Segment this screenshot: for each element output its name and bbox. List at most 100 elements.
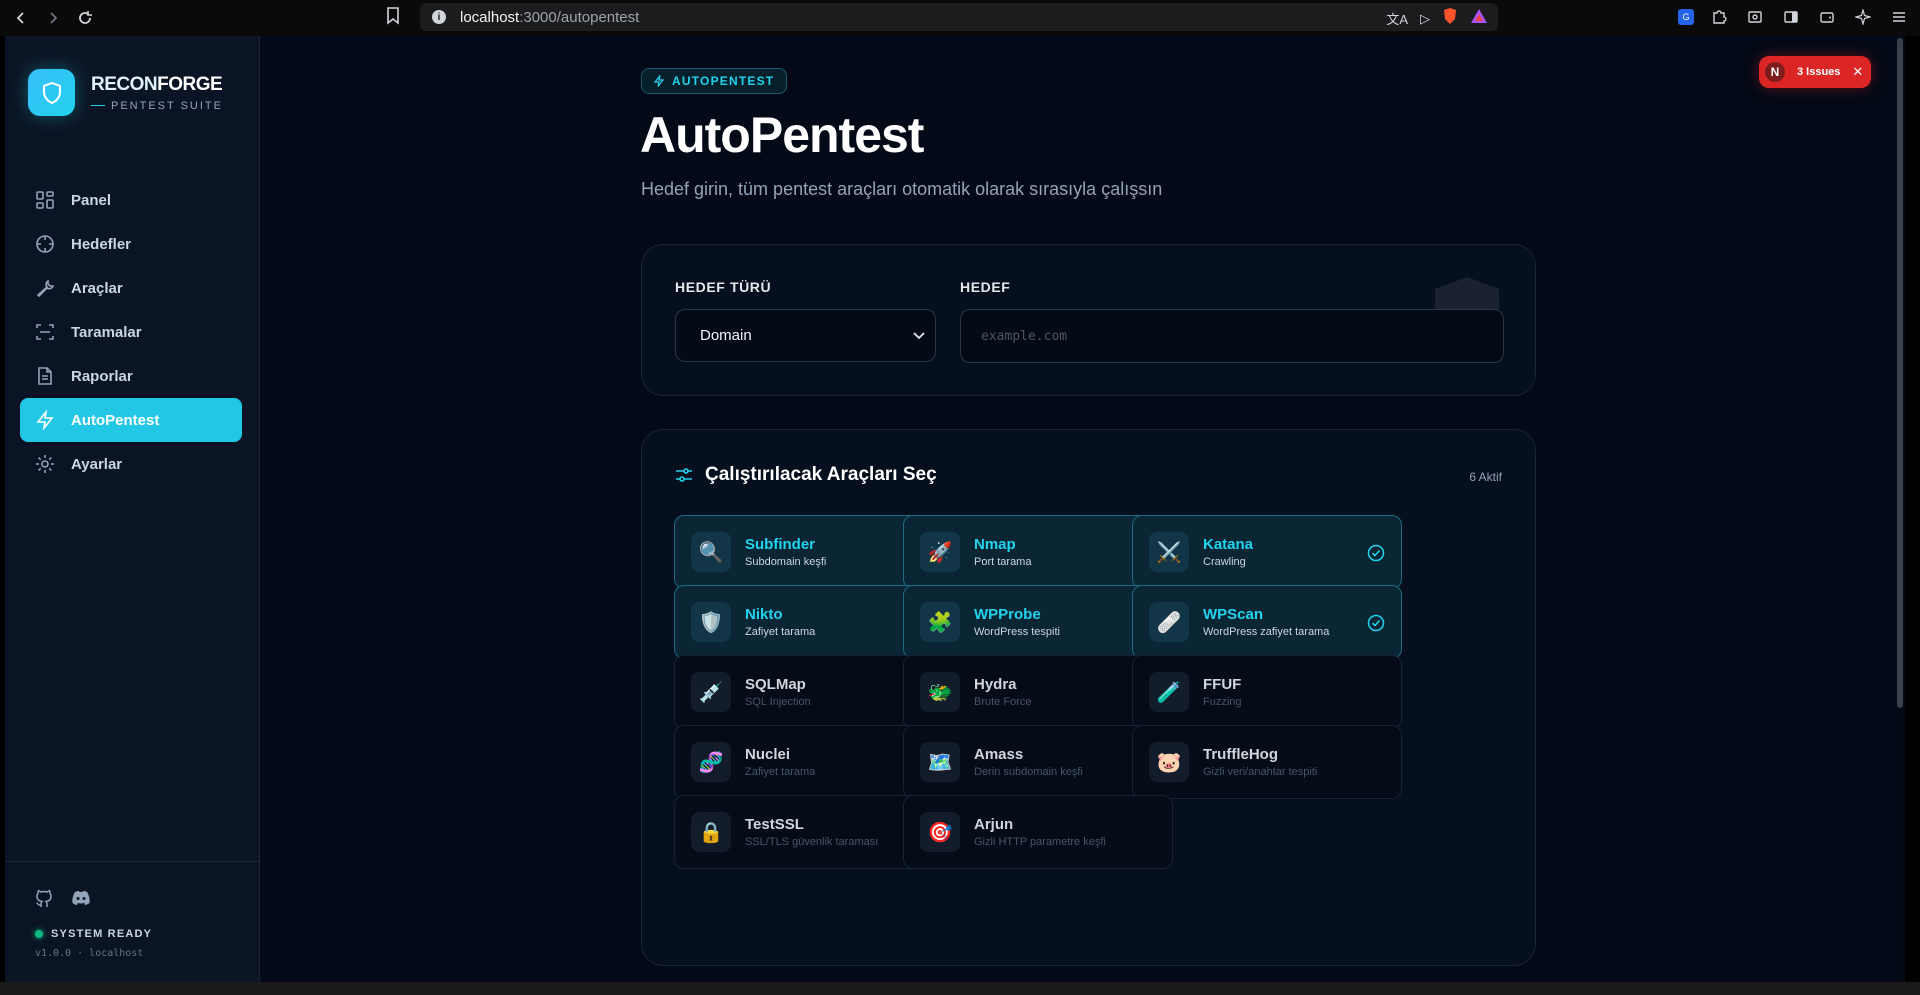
brand-name: RECONFORGE [91,73,223,95]
tool-card-trufflehog[interactable]: 🐷 TruffleHog Gizli veri/anahtar tespiti [1132,725,1402,799]
sidebar-item-label: AutoPentest [71,411,160,429]
tool-name: Nikto [745,606,783,623]
target-type-value: Domain [700,327,752,344]
gear-icon [36,455,54,473]
tool-description: Fuzzing [1203,696,1242,708]
sidebar-item-ayarlar[interactable]: Ayarlar [20,442,242,486]
sidebar-item-autopentest[interactable]: AutoPentest [20,398,242,442]
page-subtitle: Hedef girin, tüm pentest araçları otomat… [641,179,1163,199]
sidebar-item-taramalar[interactable]: Taramalar [20,310,242,354]
tool-icon: 🔒 [691,812,731,852]
tool-description: WordPress tespiti [974,626,1060,638]
brave-shield-icon[interactable] [1442,7,1458,30]
tool-icon: 🎯 [920,812,960,852]
url-path: :3000/autopentest [519,8,640,26]
tool-name: Nuclei [745,746,791,763]
tool-icon: 🛡️ [691,602,731,642]
tool-description: Gizli veri/anahtar tespiti [1203,766,1318,778]
page-title: AutoPentest [640,107,924,163]
tool-name: SQLMap [745,676,806,693]
brand-logo[interactable]: RECONFORGE PENTEST SUITE [28,69,223,116]
sidebar-item-label: Taramalar [71,323,142,341]
scrollbar-thumb[interactable] [1897,38,1903,708]
tool-description: Brute Force [974,696,1032,708]
shield-logo-icon [28,69,75,116]
tool-card-wpscan[interactable]: 🩹 WPScan WordPress zafiyet tarama [1132,585,1402,659]
tool-description: Crawling [1203,556,1246,568]
issues-label: 3 Issues [1797,66,1841,78]
tool-name: Subfinder [745,536,815,553]
page-badge: AUTOPENTEST [641,68,788,94]
url-host: localhost [460,8,520,26]
sidebar-item-araclar[interactable]: Araçlar [20,266,242,310]
chevron-down-icon [913,331,925,339]
tool-name: Hydra [974,676,1017,693]
brand-tagline: PENTEST SUITE [91,100,223,112]
sidebar-item-label: Hedefler [71,235,132,253]
status-dot [35,930,43,938]
site-info-icon[interactable]: i [432,10,446,24]
reload-icon[interactable] [74,7,96,29]
tool-name: Amass [974,746,1024,763]
discord-icon[interactable] [71,890,91,913]
tool-name: FFUF [1203,676,1242,693]
target-type-select[interactable]: Domain [675,309,936,362]
leo-ai-icon[interactable] [1852,6,1874,28]
tool-icon: ⚔️ [1149,532,1189,572]
main-content: AUTOPENTEST AutoPentest Hedef girin, tüm… [260,36,1905,982]
menu-icon[interactable] [1888,6,1910,28]
issues-badge[interactable]: N 3 Issues ✕ [1759,56,1871,88]
extensions-bar: G [1678,6,1920,28]
tool-icon: 🗺️ [920,742,960,782]
tool-description: SSL/TLS güvenlik taraması [745,836,879,848]
sidebar-footer: SYSTEM READY v1.0.0 · localhost [5,861,260,982]
tool-description: Zafiyet tarama [745,766,816,778]
address-bar[interactable]: i localhost :3000/autopentest 文A ▷ [420,3,1498,31]
taskbar-strip [0,982,1920,995]
google-translate-icon[interactable]: G [1678,9,1694,25]
brave-rewards-icon[interactable] [1470,8,1488,29]
issues-avatar: N [1765,62,1785,82]
wrench-icon [36,279,55,298]
document-icon [38,367,52,385]
sidebar-item-label: Raporlar [71,367,133,385]
sidebar-item-label: Panel [71,191,112,209]
tool-card-arjun[interactable]: 🎯 Arjun Gizli HTTP parametre keşfi [903,795,1173,869]
github-icon[interactable] [35,890,53,913]
bolt-icon [36,410,54,430]
tool-name: WPProbe [974,606,1041,623]
tool-icon: 🐲 [920,672,960,712]
sidebar-item-hedefler[interactable]: Hedefler [20,222,242,266]
system-status: SYSTEM READY [35,928,152,940]
forward-icon[interactable] [42,7,64,29]
page-scrollbar[interactable] [1895,36,1905,982]
target-card: HEDEF TÜRÜ Domain HEDEF [641,244,1536,396]
target-input[interactable] [960,309,1504,363]
tool-description: Port tarama [974,556,1032,568]
tools-card: Çalıştırılacak Araçları Seç 6 Aktif 🔍 Sub… [641,429,1536,966]
sliders-icon [676,468,692,482]
share-icon[interactable]: ▷ [1420,11,1430,27]
target-type-label: HEDEF TÜRÜ [675,279,772,295]
back-icon[interactable] [10,7,32,29]
sidebar-item-raporlar[interactable]: Raporlar [20,354,242,398]
tool-icon: 🚀 [920,532,960,572]
sidebar-nav: Panel Hedefler Araçlar Taramalar Raporla… [20,178,242,486]
close-icon[interactable]: ✕ [1852,64,1863,80]
translate-icon[interactable]: 文A [1386,9,1408,28]
tool-name: Katana [1203,536,1254,553]
wallet-icon[interactable] [1816,6,1838,28]
sidebar: RECONFORGE PENTEST SUITE Panel Hedefler … [5,36,260,982]
tool-card-katana[interactable]: ⚔️ Katana Crawling [1132,515,1402,589]
sidebar-item-label: Araçlar [71,279,123,297]
puzzle-icon[interactable] [1708,6,1730,28]
screenshot-icon[interactable] [1744,6,1766,28]
bookmark-icon[interactable] [386,7,400,30]
tool-icon: 💉 [691,672,731,712]
target-label: HEDEF [960,279,1011,295]
sidebar-item-panel[interactable]: Panel [20,178,242,222]
tool-card-ffuf[interactable]: 🧪 FFUF Fuzzing [1132,655,1402,729]
active-count: 6 Aktif [1469,470,1502,484]
tools-heading: Çalıştırılacak Araçları Seç [675,464,937,486]
sidebar-toggle-icon[interactable] [1780,6,1802,28]
